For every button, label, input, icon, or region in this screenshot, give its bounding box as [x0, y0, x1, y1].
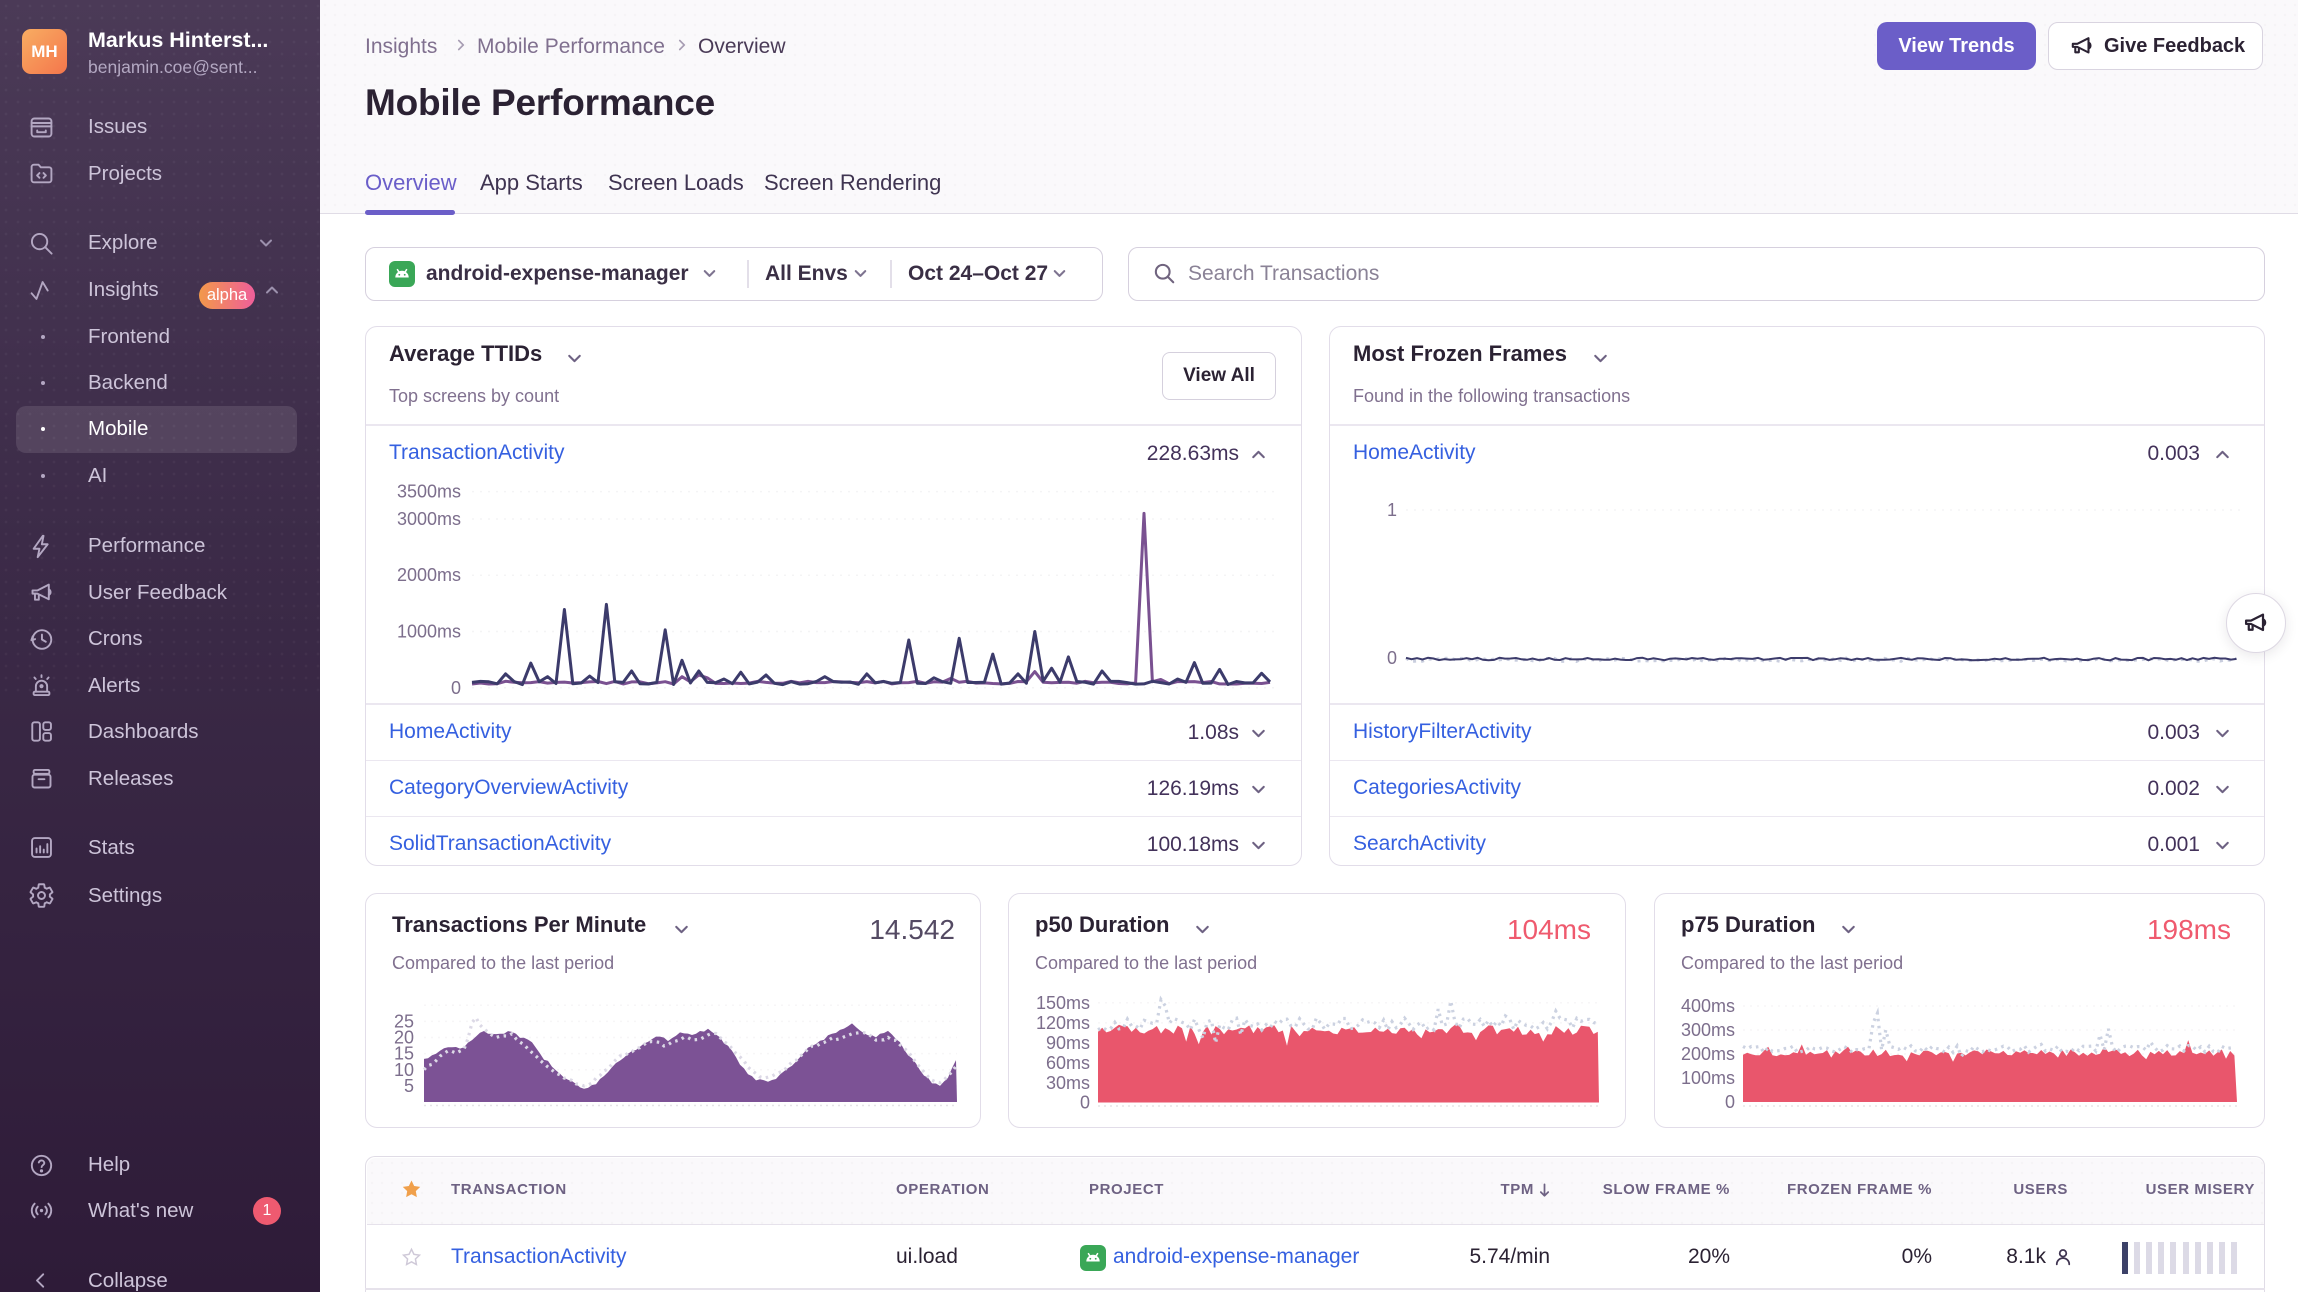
- svg-text:0: 0: [1725, 1092, 1735, 1112]
- svg-text:200ms: 200ms: [1681, 1044, 1735, 1064]
- svg-text:100ms: 100ms: [1681, 1068, 1735, 1088]
- svg-text:400ms: 400ms: [1681, 996, 1735, 1016]
- svg-text:300ms: 300ms: [1681, 1020, 1735, 1040]
